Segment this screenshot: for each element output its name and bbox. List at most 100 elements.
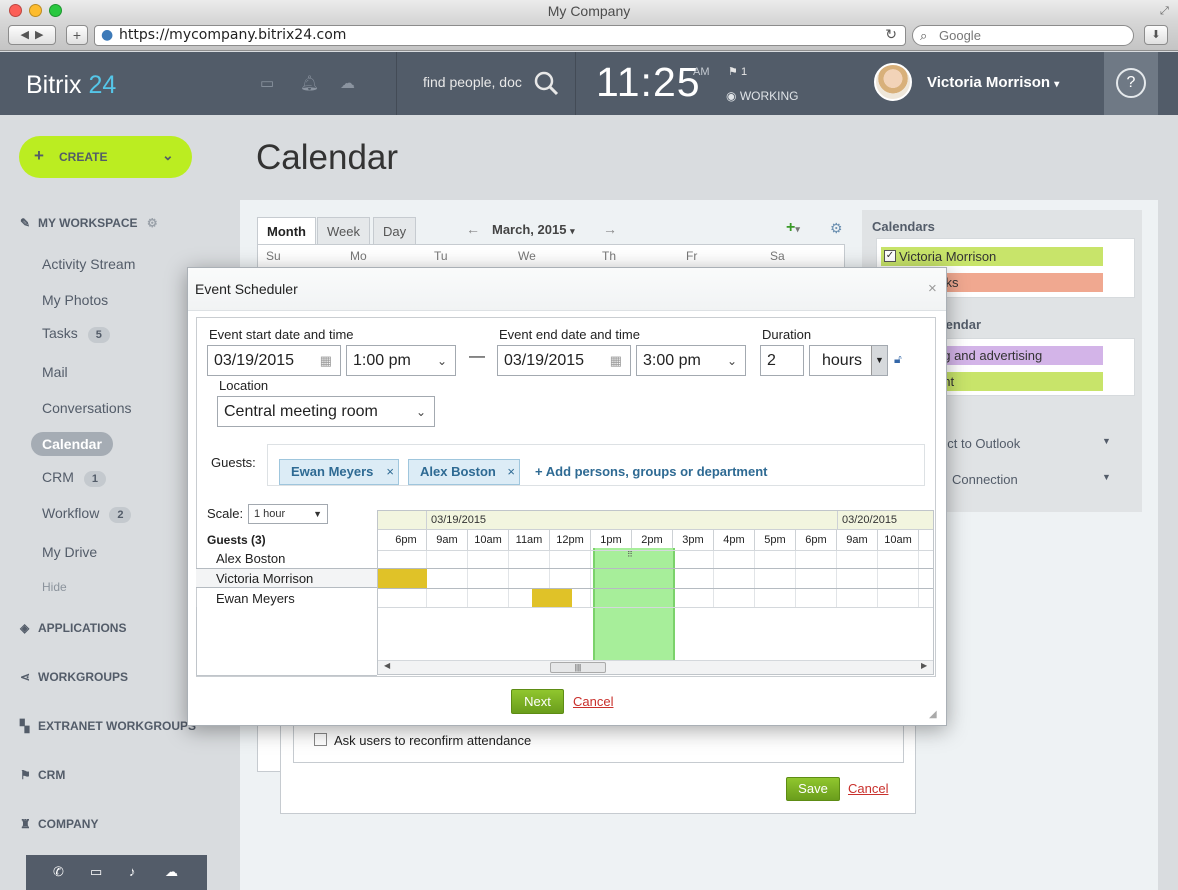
checkbox-checked-icon[interactable]: ✓: [884, 250, 896, 262]
section-my-workspace[interactable]: ✎ MY WORKSPACE ⚙: [20, 216, 158, 230]
start-time-select[interactable]: 1:00 pm ⌄: [346, 345, 456, 376]
cloud-icon[interactable]: ☁: [165, 864, 178, 880]
outlook-link[interactable]: ect to Outlook ▼: [940, 436, 1111, 451]
unlock-icon[interactable]: 🔓︎: [894, 352, 902, 367]
tab-month[interactable]: Month: [257, 217, 316, 244]
magnifier-icon[interactable]: [533, 70, 559, 96]
end-date-input[interactable]: 03/19/2015 ▦: [497, 345, 631, 376]
gear-icon[interactable]: ⚙: [147, 216, 158, 230]
scrollbar-thumb[interactable]: |||: [550, 662, 606, 673]
connection-link[interactable]: Connection ▼: [952, 472, 1111, 487]
tab-week[interactable]: Week: [317, 217, 370, 244]
scheduler-timeline[interactable]: 03/19/2015 03/20/2015 6pm 9am 10am 11am 12pm…: [377, 510, 934, 675]
address-bar[interactable]: ● https://mycompany.bitrix24.com ↻: [94, 25, 906, 46]
section-extranet-workgroups[interactable]: ▚ EXTRANET WORKGROUPS: [20, 719, 196, 733]
section-workgroups[interactable]: ⋖ WORKGROUPS: [20, 670, 128, 684]
end-time-select[interactable]: 3:00 pm ⌄: [636, 345, 746, 376]
create-button[interactable]: + CREATE ⌄: [19, 136, 192, 178]
flag-indicator[interactable]: ⚑ 1: [728, 65, 747, 78]
sidebar-item-workflow[interactable]: Workflow 2: [42, 505, 132, 523]
help-button[interactable]: ?: [1104, 52, 1158, 115]
weekday-label: Fr: [686, 249, 698, 263]
bell-icon[interactable]: 🔔︎: [300, 74, 319, 92]
fullscreen-icon[interactable]: ⤢: [1160, 0, 1169, 22]
tasks-label: Tasks: [42, 325, 78, 341]
next-month-arrow[interactable]: →: [603, 221, 617, 237]
user-menu[interactable]: Victoria Morrison ▾: [927, 74, 1059, 91]
weekday-label: Mo: [350, 249, 367, 263]
new-tab-button[interactable]: +: [66, 25, 88, 45]
calendar-icon[interactable]: ▦: [610, 346, 622, 375]
work-status-label: WORKING: [739, 89, 799, 103]
clock-time[interactable]: 11:25: [596, 59, 701, 106]
scroll-right-icon[interactable]: ▶: [921, 661, 927, 670]
sidebar-item-activity-stream[interactable]: Activity Stream: [42, 256, 135, 272]
sidebar-item-mail[interactable]: Mail: [42, 364, 68, 380]
prev-month-arrow[interactable]: ←: [466, 221, 480, 237]
save-button[interactable]: Save: [786, 777, 840, 801]
selected-time-slot[interactable]: ⠿: [593, 548, 675, 660]
dialog-cancel-link[interactable]: Cancel: [573, 694, 613, 709]
sidebar-item-my-photos[interactable]: My Photos: [42, 292, 108, 308]
tab-day[interactable]: Day: [373, 217, 417, 244]
close-icon[interactable]: ×: [928, 280, 937, 297]
section-applications[interactable]: ◈ APPLICATIONS: [20, 621, 126, 635]
end-date-value: 03/19/2015: [504, 352, 585, 369]
horizontal-scrollbar[interactable]: ◀ ||| ▶: [378, 660, 933, 674]
sidebar-item-calendar[interactable]: Calendar: [31, 432, 113, 456]
drag-handle-icon[interactable]: ⠿: [627, 550, 633, 559]
add-event-icon[interactable]: +▾: [786, 219, 800, 237]
user-avatar[interactable]: [874, 63, 912, 101]
dropdown-arrow-icon[interactable]: ▼: [871, 346, 887, 375]
reconfirm-checkbox[interactable]: [314, 733, 327, 746]
zoom-window-icon[interactable]: [49, 4, 62, 17]
add-persons-label: Add persons, groups or department: [545, 464, 768, 479]
location-select[interactable]: Central meeting room ⌄: [217, 396, 435, 427]
guest-tag-alex[interactable]: Alex Boston ×: [408, 459, 520, 485]
hour-gridline: [795, 550, 796, 608]
header-search[interactable]: find people, doc: [396, 52, 576, 115]
duration-unit-select[interactable]: hours ▼: [809, 345, 888, 376]
sidebar-item-my-drive[interactable]: My Drive: [42, 544, 97, 560]
form-cancel-link[interactable]: Cancel: [848, 781, 888, 796]
guest-tag-ewan[interactable]: Ewan Meyers ×: [279, 459, 399, 485]
dialog-titlebar[interactable]: Event Scheduler ×: [188, 268, 946, 311]
browser-search-field[interactable]: ⌕ Google: [912, 25, 1134, 46]
remove-icon[interactable]: ×: [386, 460, 394, 484]
month-selector[interactable]: March, 2015 ▾: [492, 222, 575, 237]
bell-icon[interactable]: ♪: [129, 864, 136, 879]
cloud-icon[interactable]: ☁: [340, 74, 355, 92]
sidebar-hide-link[interactable]: Hide: [42, 580, 67, 594]
hour-gridline: [918, 550, 919, 608]
chat-icon[interactable]: ▭: [260, 74, 274, 92]
resize-handle-icon[interactable]: ◢: [929, 709, 937, 720]
section-company[interactable]: ♜ COMPANY: [20, 817, 98, 831]
calendar-icon[interactable]: ▦: [320, 346, 332, 375]
back-forward-buttons[interactable]: ◀ ▶: [8, 25, 56, 45]
calendar-item-victoria[interactable]: ✓ Victoria Morrison: [881, 247, 1103, 266]
duration-input[interactable]: 2: [760, 345, 804, 376]
reload-icon[interactable]: ↻: [885, 26, 897, 45]
sidebar-item-tasks[interactable]: Tasks 5: [42, 325, 110, 343]
chat-icon[interactable]: ▭: [90, 864, 102, 880]
scale-select[interactable]: 1 hour ▼: [248, 504, 328, 524]
scroll-left-icon[interactable]: ◀: [384, 661, 390, 670]
end-label: Event end date and time: [499, 327, 640, 342]
bitrix-logo[interactable]: Bitrix 24: [26, 71, 116, 100]
section-crm[interactable]: ⚑ CRM: [20, 768, 65, 782]
calendars-title: Calendars: [872, 219, 935, 234]
start-date-input[interactable]: 03/19/2015 ▦: [207, 345, 341, 376]
calendar-settings-icon[interactable]: ⚙: [830, 220, 843, 237]
phone-icon[interactable]: ✆: [53, 864, 64, 880]
minimize-window-icon[interactable]: [29, 4, 42, 17]
work-status[interactable]: ◉ WORKING: [726, 89, 799, 103]
extranet-label: EXTRANET WORKGROUPS: [38, 719, 197, 733]
downloads-button[interactable]: ⬇: [1144, 25, 1168, 45]
close-window-icon[interactable]: [9, 4, 22, 17]
sidebar-item-crm[interactable]: CRM 1: [42, 469, 107, 487]
guest-tag-label: Alex Boston: [420, 464, 496, 479]
sidebar-item-conversations[interactable]: Conversations: [42, 400, 132, 416]
next-button[interactable]: Next: [511, 689, 564, 714]
add-persons-link[interactable]: + Add persons, groups or department: [535, 464, 767, 479]
remove-icon[interactable]: ×: [507, 460, 515, 484]
